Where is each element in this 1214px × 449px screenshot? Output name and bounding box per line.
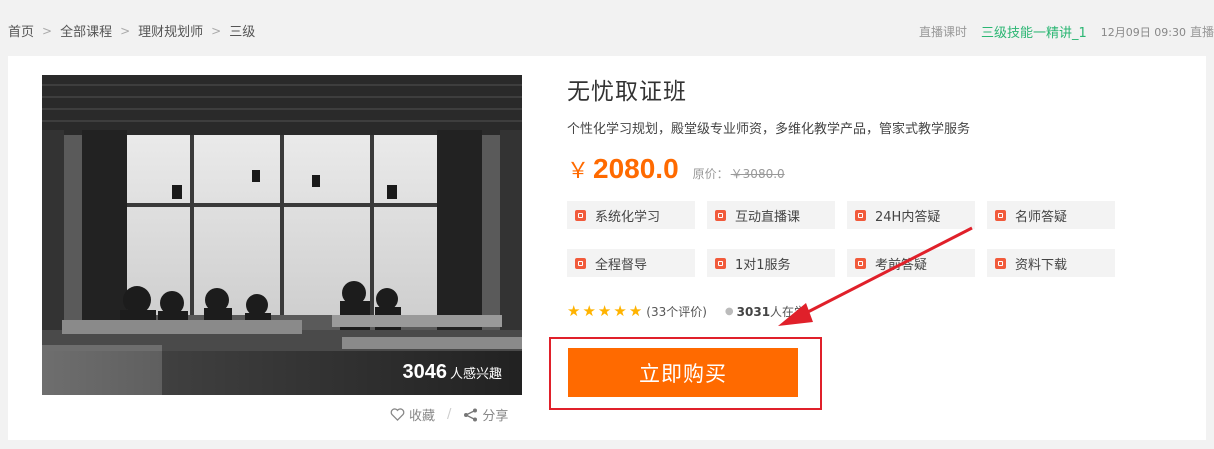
feature-icon [715, 209, 726, 221]
feature-tag: 24H内答疑 [847, 201, 975, 229]
breadcrumb-level[interactable]: 三级 [229, 21, 255, 40]
feature-tag: 名师答疑 [987, 201, 1115, 229]
price-row: ￥ 2080.0 原价： ￥3080.0 [567, 153, 1187, 185]
feature-tag: 1对1服务 [707, 249, 835, 277]
feature-icon [995, 257, 1006, 269]
course-info: 无忧取证班 个性化学习规划，殿堂级专业师资，多维化教学产品，管家式教学服务 ￥ 2… [567, 72, 1187, 320]
live-tail: 直播 [1189, 25, 1214, 39]
breadcrumb: 首页 > 全部课程 > 理财规划师 > 三级 [8, 21, 255, 41]
feature-label: 资料下载 [1015, 257, 1068, 273]
feature-tag: 资料下载 [987, 249, 1115, 277]
original-price: 原价： ￥3080.0 [693, 165, 785, 182]
star-icon: ★ [567, 302, 581, 320]
breadcrumb-home[interactable]: 首页 [8, 21, 34, 40]
feature-tag: 考前答疑 [847, 249, 975, 277]
star-icon: ★ [597, 302, 612, 320]
breadcrumb-all-courses[interactable]: 全部课程 [60, 21, 112, 40]
course-subtitle: 个性化学习规划，殿堂级专业师资，多维化教学产品，管家式教学服务 [567, 122, 971, 137]
course-title: 无忧取证班 [567, 79, 687, 105]
classroom-photo [42, 75, 522, 395]
feature-icon [855, 209, 866, 221]
share-row: 收藏 / 分享 [390, 405, 508, 424]
top-bar: 首页 > 全部课程 > 理财规划师 > 三级 直播课时 三级技能一精讲_1 12… [0, 0, 1214, 56]
live-label: 直播课时 [918, 25, 967, 39]
feature-list: 系统化学习 互动直播课 24H内答疑 名师答疑 全程督导 1对1服务 考前答疑 … [567, 201, 1187, 277]
course-card: 3046 人感兴趣 收藏 / 分享 无忧取证班 个性化学习规划，殿堂级专业师资，… [8, 56, 1206, 440]
buy-now-button[interactable]: 立即购买 [568, 348, 798, 397]
star-rating: ★ ★ ★ ★ ★ [567, 304, 644, 319]
live-time: 12月09日 09:30 [1100, 25, 1186, 39]
learners-label: 人在学 [770, 305, 807, 319]
breadcrumb-separator: > [42, 23, 53, 38]
breadcrumb-category[interactable]: 理财规划师 [138, 21, 203, 40]
star-icon: ★ [628, 302, 643, 320]
feature-icon [575, 209, 586, 221]
live-schedule: 直播课时 三级技能一精讲_1 12月09日 09:30 直播 [919, 22, 1214, 41]
heart-icon [390, 408, 405, 421]
favorite-label: 收藏 [409, 409, 436, 424]
feature-icon [995, 209, 1006, 221]
current-price: ￥ 2080.0 [567, 153, 679, 185]
reviews-link[interactable]: (33个评价) [646, 303, 707, 320]
favorite-button[interactable]: 收藏 [390, 405, 435, 424]
feature-icon [715, 257, 726, 269]
original-price-value: ￥3080.0 [730, 167, 785, 181]
feature-tag: 系统化学习 [567, 201, 695, 229]
interest-label: 人感兴趣 [449, 367, 502, 382]
feature-label: 互动直播课 [735, 209, 801, 225]
feature-label: 1对1服务 [735, 257, 791, 273]
learners-number: 3031 [736, 304, 771, 319]
share-icon [464, 408, 478, 421]
star-icon: ★ [613, 302, 627, 320]
share-label: 分享 [482, 409, 509, 424]
person-icon: ● [724, 306, 734, 317]
star-icon: ★ [582, 302, 596, 320]
feature-icon [575, 257, 586, 269]
breadcrumb-separator: > [211, 23, 222, 38]
feature-tag: 全程督导 [567, 249, 695, 277]
feature-label: 名师答疑 [1015, 209, 1068, 225]
learners-count: ● 3031 人在学 [725, 303, 806, 320]
feature-label: 系统化学习 [595, 209, 661, 225]
interest-number: 3046 [402, 361, 447, 383]
feature-label: 24H内答疑 [875, 209, 941, 225]
course-cover-image[interactable]: 3046 人感兴趣 [42, 75, 522, 395]
feature-label: 考前答疑 [875, 257, 928, 273]
buy-highlight-box: 立即购买 [549, 337, 822, 410]
feature-label: 全程督导 [595, 257, 648, 273]
rating-row: ★ ★ ★ ★ ★ (33个评价) ● 3031 人在学 [567, 303, 1187, 320]
interest-count: 3046 人感兴趣 [402, 361, 502, 384]
original-price-label: 原价： [692, 167, 729, 181]
live-course-link[interactable]: 三级技能一精讲_1 [981, 22, 1087, 41]
breadcrumb-separator: > [120, 23, 131, 38]
divider: / [447, 407, 452, 422]
price-value: 2080.0 [593, 153, 679, 184]
feature-icon [855, 257, 866, 269]
share-button[interactable]: 分享 [463, 405, 508, 424]
feature-tag: 互动直播课 [707, 201, 835, 229]
currency-symbol: ￥ [567, 158, 590, 183]
